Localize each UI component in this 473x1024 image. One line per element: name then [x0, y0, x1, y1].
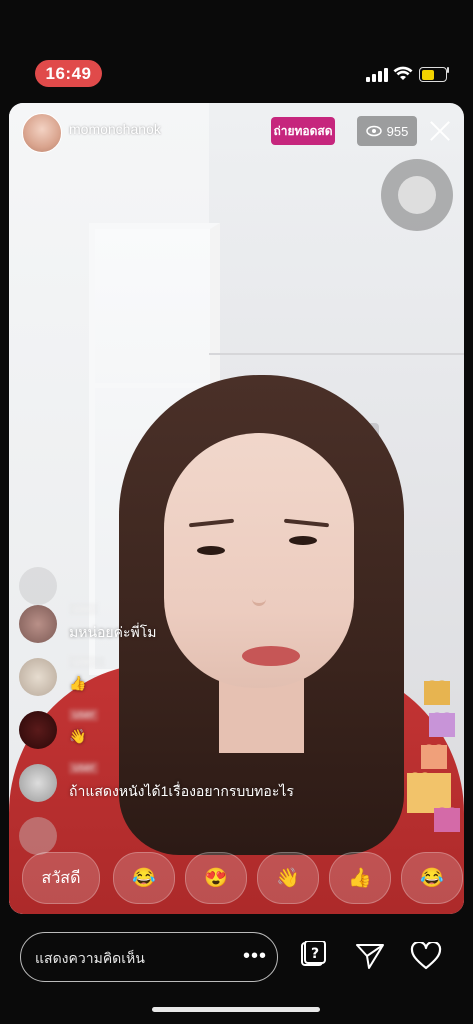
comment-avatar: [19, 764, 57, 802]
battery-icon: [419, 67, 447, 82]
quick-reply-heart-eyes[interactable]: 😍: [185, 852, 247, 904]
eye-icon: [365, 125, 382, 137]
comment-input[interactable]: แสดงความคิดเห็น •••: [20, 932, 278, 982]
comment-username: user: [69, 709, 99, 721]
comment-item: user 👋: [19, 707, 379, 751]
comment-text: 👋: [69, 728, 87, 744]
live-badge: ถ่ายทอดสด: [271, 117, 335, 145]
svg-text:?: ?: [311, 946, 319, 962]
wifi-icon: [393, 66, 413, 80]
floating-heart: [434, 808, 460, 832]
comment-avatar: [19, 711, 57, 749]
app-frame: 16:49 momonchanok ถ่ายทอดสด 955 user มหน…: [0, 0, 473, 1024]
camera-flip-icon[interactable]: [381, 159, 453, 231]
quick-reply-greeting[interactable]: สวัสดี: [22, 852, 100, 904]
comment-text: ถ้าแสดงหนังได้1เรื่องอยากรบบทอะไร: [69, 783, 294, 799]
more-options-button[interactable]: •••: [243, 945, 267, 968]
live-video[interactable]: momonchanok ถ่ายทอดสด 955 user มหน่อยค่ะ…: [9, 103, 464, 914]
comment-placeholder: แสดงความคิดเห็น: [35, 950, 145, 966]
status-bar: 16:49: [0, 52, 473, 92]
comment-text: 👍: [69, 675, 87, 691]
comment-avatar: [19, 605, 57, 643]
comment-item: user ถ้าแสดงหนังได้1เรื่องอยากรบบทอะไร: [19, 760, 379, 804]
send-icon[interactable]: [355, 942, 385, 970]
quick-reply-wave[interactable]: 👋: [257, 852, 319, 904]
comment-username: user_: [69, 656, 105, 668]
signal-icon: [366, 66, 388, 82]
status-time: 16:49: [35, 60, 102, 87]
home-indicator[interactable]: [152, 1007, 320, 1012]
question-icon[interactable]: ?: [300, 941, 326, 967]
quick-reply-laugh[interactable]: 😂: [401, 852, 463, 904]
close-icon[interactable]: [427, 118, 453, 144]
comment-avatar: [19, 567, 57, 605]
viewer-count: 955: [386, 123, 409, 139]
comment-username: user: [69, 762, 99, 774]
quick-reaction-bar: สวัสดี 😂 😍 👋 👍 😂: [9, 850, 464, 906]
floating-heart: [429, 713, 455, 737]
comment-item: user มหน่อยค่ะพี่โม: [19, 601, 379, 645]
comment-item: user_ 👍: [19, 654, 379, 698]
viewer-count-badge[interactable]: 955: [357, 116, 417, 146]
host-avatar[interactable]: [22, 113, 62, 153]
comment-text: มหน่อยค่ะพี่โม: [69, 624, 157, 640]
quick-reply-thumbs-up[interactable]: 👍: [329, 852, 391, 904]
right-eye: [289, 536, 317, 545]
comment-avatar: [19, 658, 57, 696]
left-eye: [197, 546, 225, 555]
heart-icon[interactable]: [410, 942, 442, 970]
floating-heart: [424, 681, 450, 705]
comment-username: user: [69, 603, 99, 615]
quick-reply-laugh[interactable]: 😂: [113, 852, 175, 904]
floating-heart: [421, 745, 447, 769]
host-name[interactable]: momonchanok: [69, 121, 161, 137]
